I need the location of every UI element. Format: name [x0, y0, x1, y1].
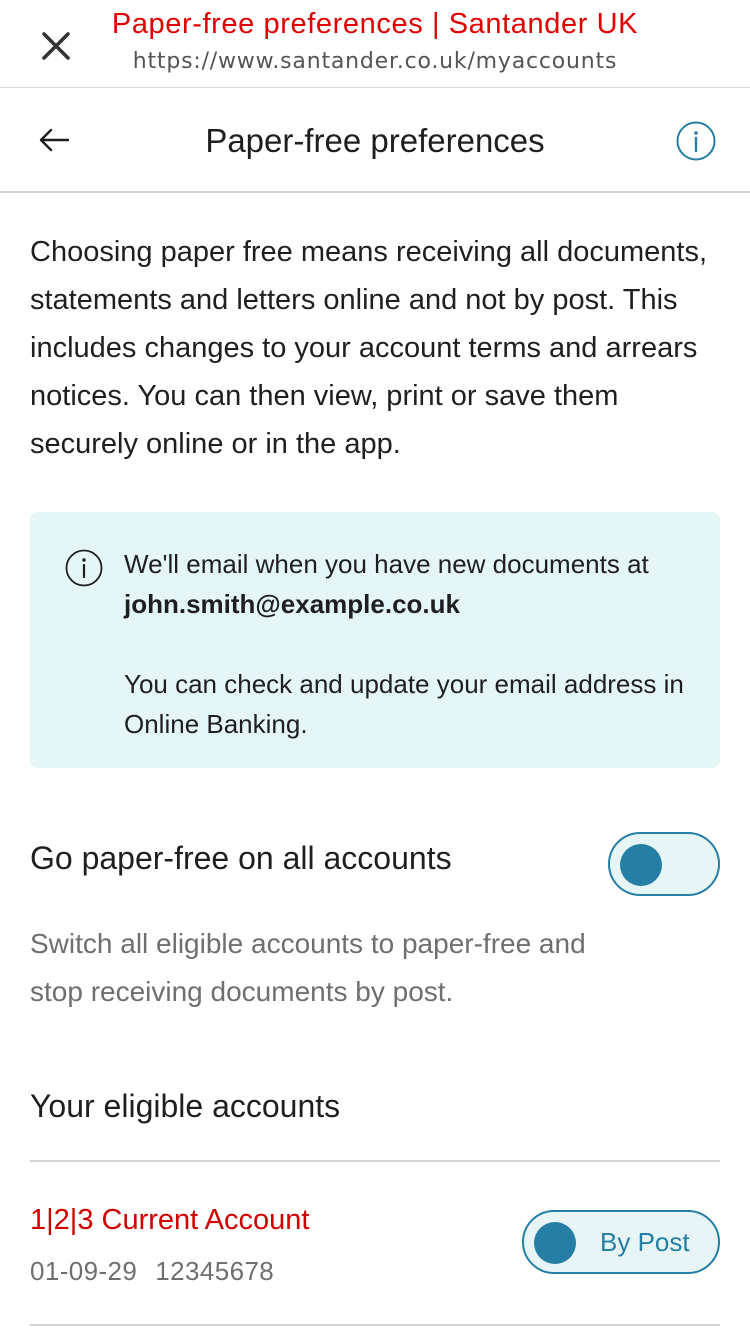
divider	[30, 1324, 720, 1326]
account-preference-label: By Post	[600, 1227, 690, 1257]
intro-text: Choosing paper free means receiving all …	[30, 236, 708, 460]
app-header: Paper-free preferences	[0, 88, 750, 193]
account-preference-toggle[interactable]: By Post	[522, 1210, 720, 1274]
info-icon[interactable]	[675, 120, 717, 162]
browser-bar: Paper-free preferences | Santander UK ht…	[0, 0, 750, 88]
account-name[interactable]: 1|2|3 Current Account	[30, 1204, 309, 1237]
paper-free-all-label: Go paper-free on all accounts	[30, 840, 452, 876]
browser-url: https://www.santander.co.uk/myaccounts	[132, 49, 618, 74]
toggle-knob	[534, 1222, 576, 1264]
page-title: Paper-free preferences	[205, 122, 545, 159]
browser-page-title: Paper-free preferences | Santander UK	[111, 8, 639, 40]
notice-email: john.smith@example.co.uk	[124, 589, 460, 619]
notice-text: We'll email when you have new documents …	[124, 544, 704, 744]
paper-free-all-description: Switch all eligible accounts to paper-fr…	[30, 928, 586, 1007]
account-number: 12345678	[155, 1256, 275, 1286]
notice-line-2: You can check and update your email addr…	[124, 669, 684, 739]
email-notice-box: We'll email when you have new documents …	[30, 512, 720, 768]
eligible-accounts-heading: Your eligible accounts	[30, 1088, 341, 1124]
info-icon	[64, 548, 104, 588]
account-details: 01-09-29 12345678	[30, 1256, 274, 1287]
account-row: 1|2|3 Current Account 01-09-29 12345678 B…	[30, 1162, 720, 1326]
notice-line-1: We'll email when you have new documents …	[124, 549, 649, 579]
paper-free-all-toggle[interactable]	[608, 832, 720, 896]
toggle-knob	[620, 844, 662, 886]
sort-code: 01-09-29	[30, 1256, 138, 1286]
